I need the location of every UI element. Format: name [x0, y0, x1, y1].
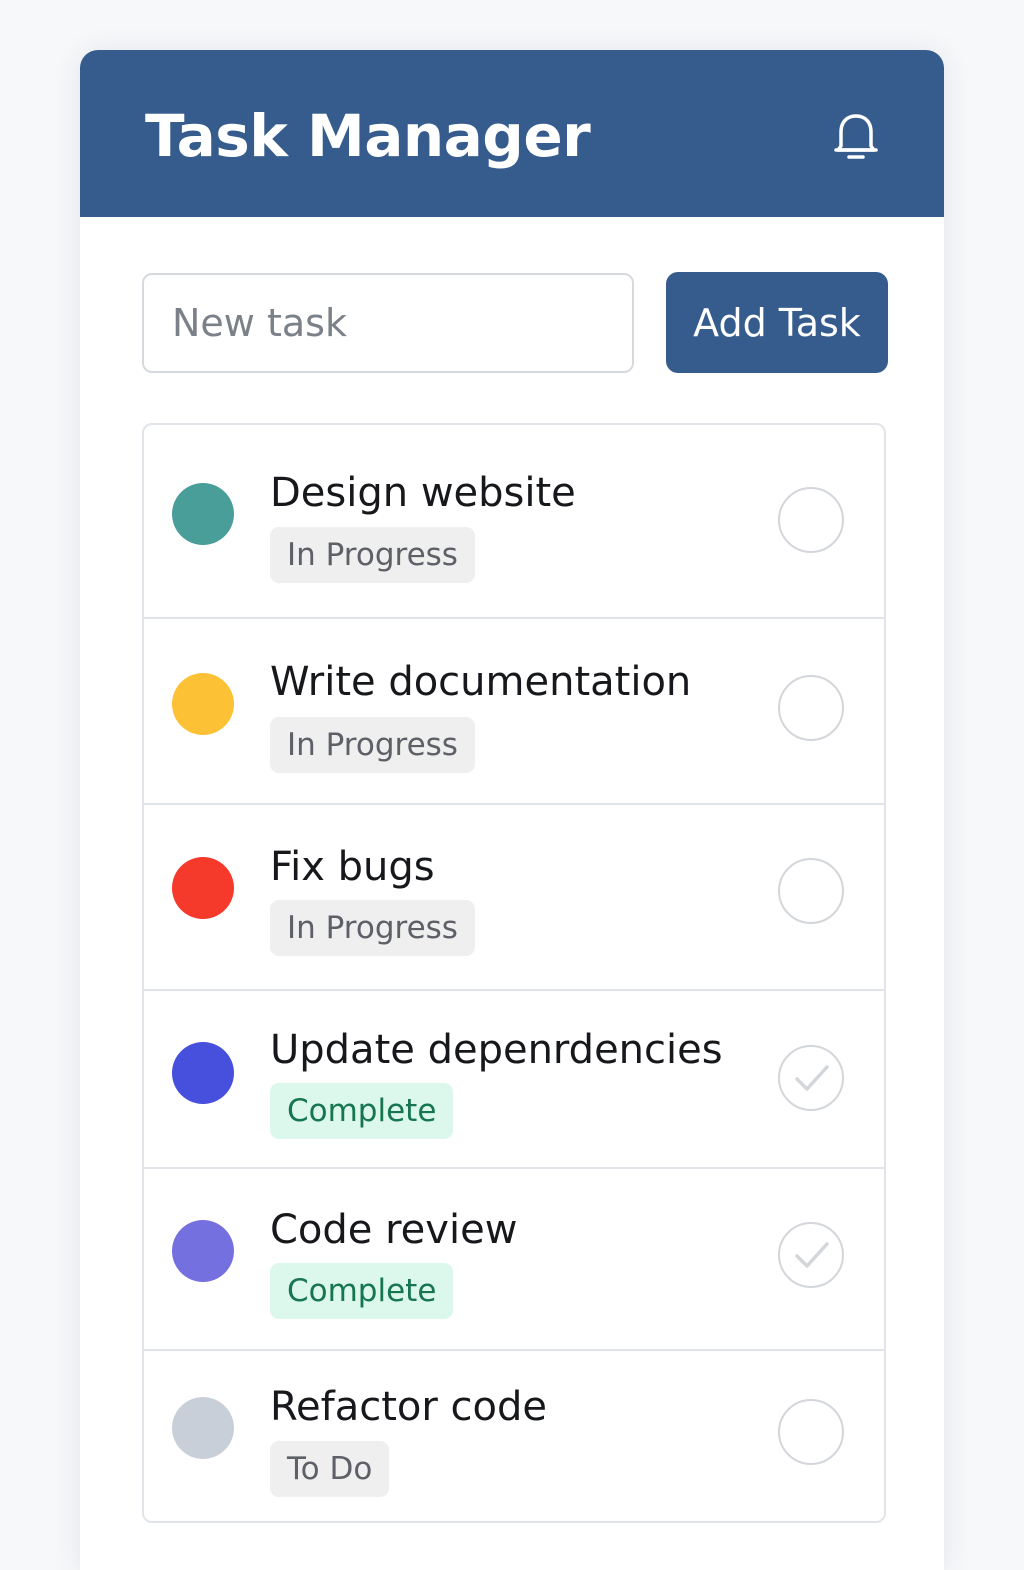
task-title: Update depenrdencies	[270, 1027, 723, 1073]
task-row[interactable]: Design website In Progress	[144, 425, 884, 617]
task-color-dot	[172, 483, 234, 545]
notifications-button[interactable]	[826, 108, 886, 168]
task-color-dot	[172, 673, 234, 735]
status-badge: In Progress	[270, 717, 475, 773]
status-badge: In Progress	[270, 900, 475, 956]
task-row[interactable]: Write documentation In Progress	[144, 617, 884, 803]
task-color-dot	[172, 1220, 234, 1282]
new-task-input[interactable]	[142, 273, 634, 373]
task-color-dot	[172, 1397, 234, 1459]
checkmark-icon	[795, 1242, 829, 1268]
task-complete-checkbox[interactable]	[778, 487, 844, 553]
task-complete-checkbox[interactable]	[778, 858, 844, 924]
task-color-dot	[172, 1042, 234, 1104]
task-complete-checkbox[interactable]	[778, 675, 844, 741]
task-row[interactable]: Refactor code To Do	[144, 1349, 884, 1523]
task-title: Refactor code	[270, 1384, 547, 1430]
task-complete-checkbox[interactable]	[778, 1222, 844, 1288]
task-row[interactable]: Fix bugs In Progress	[144, 803, 884, 989]
task-manager-card: Task Manager Add Task Design website In …	[80, 50, 944, 1570]
task-color-dot	[172, 857, 234, 919]
task-title: Code review	[270, 1207, 518, 1253]
task-title: Write documentation	[270, 659, 692, 705]
bell-icon	[834, 114, 878, 159]
status-badge: Complete	[270, 1083, 454, 1139]
status-badge: In Progress	[270, 527, 475, 583]
task-complete-checkbox[interactable]	[778, 1399, 844, 1465]
checkmark-icon	[795, 1065, 829, 1091]
task-list: Design website In Progress Write documen…	[142, 423, 886, 1523]
add-task-button[interactable]: Add Task	[666, 272, 888, 373]
task-row[interactable]: Update depenrdencies Complete	[144, 989, 884, 1167]
status-badge: Complete	[270, 1263, 454, 1319]
task-row[interactable]: Code review Complete	[144, 1167, 884, 1349]
status-badge: To Do	[270, 1441, 390, 1497]
app-header: Task Manager	[80, 50, 944, 217]
task-title: Fix bugs	[270, 844, 435, 890]
task-complete-checkbox[interactable]	[778, 1045, 844, 1111]
page-title: Task Manager	[145, 102, 591, 170]
task-title: Design website	[270, 470, 576, 516]
